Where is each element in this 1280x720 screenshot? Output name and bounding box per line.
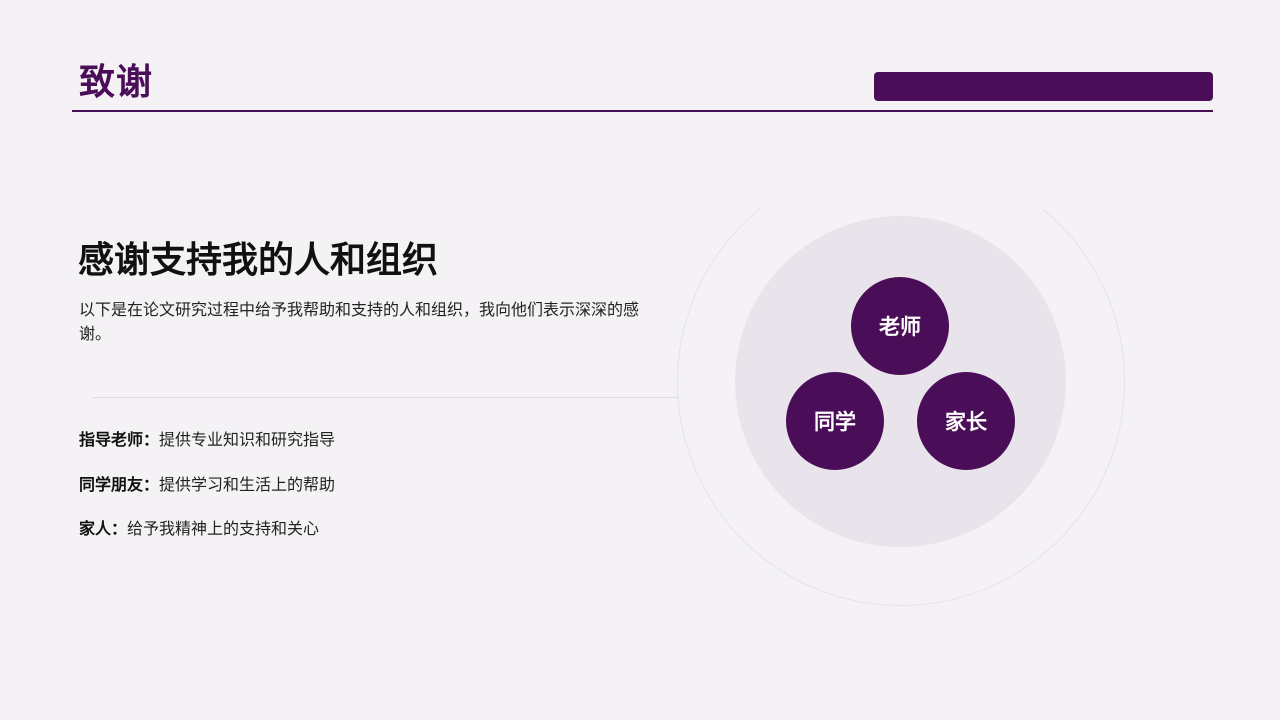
header-divider xyxy=(72,110,1213,112)
header-accent-bar xyxy=(874,72,1213,101)
slide-title: 致谢 xyxy=(79,62,154,103)
item-text: 给予我精神上的支持和关心 xyxy=(127,519,320,538)
circle-teacher: 老师 xyxy=(851,277,949,375)
item-text: 提供学习和生活上的帮助 xyxy=(159,475,336,494)
list-item: 家人：给予我精神上的支持和关心 xyxy=(79,518,319,540)
list-item: 指导老师：提供专业知识和研究指导 xyxy=(79,429,335,451)
circle-parent: 家长 xyxy=(917,372,1015,470)
list-item: 同学朋友：提供学习和生活上的帮助 xyxy=(79,474,335,496)
intro-paragraph: 以下是在论文研究过程中给予我帮助和支持的人和组织，我向他们表示深深的感谢。 xyxy=(79,300,640,343)
ring-gap xyxy=(760,150,1042,210)
item-text: 提供专业知识和研究指导 xyxy=(159,430,336,449)
content-divider xyxy=(92,397,678,398)
section-heading: 感谢支持我的人和组织 xyxy=(78,240,439,281)
item-label: 指导老师： xyxy=(79,430,160,449)
background-disc xyxy=(735,216,1066,547)
item-label: 家人： xyxy=(79,519,128,538)
item-label: 同学朋友： xyxy=(79,475,160,494)
circle-classmate: 同学 xyxy=(786,372,884,470)
